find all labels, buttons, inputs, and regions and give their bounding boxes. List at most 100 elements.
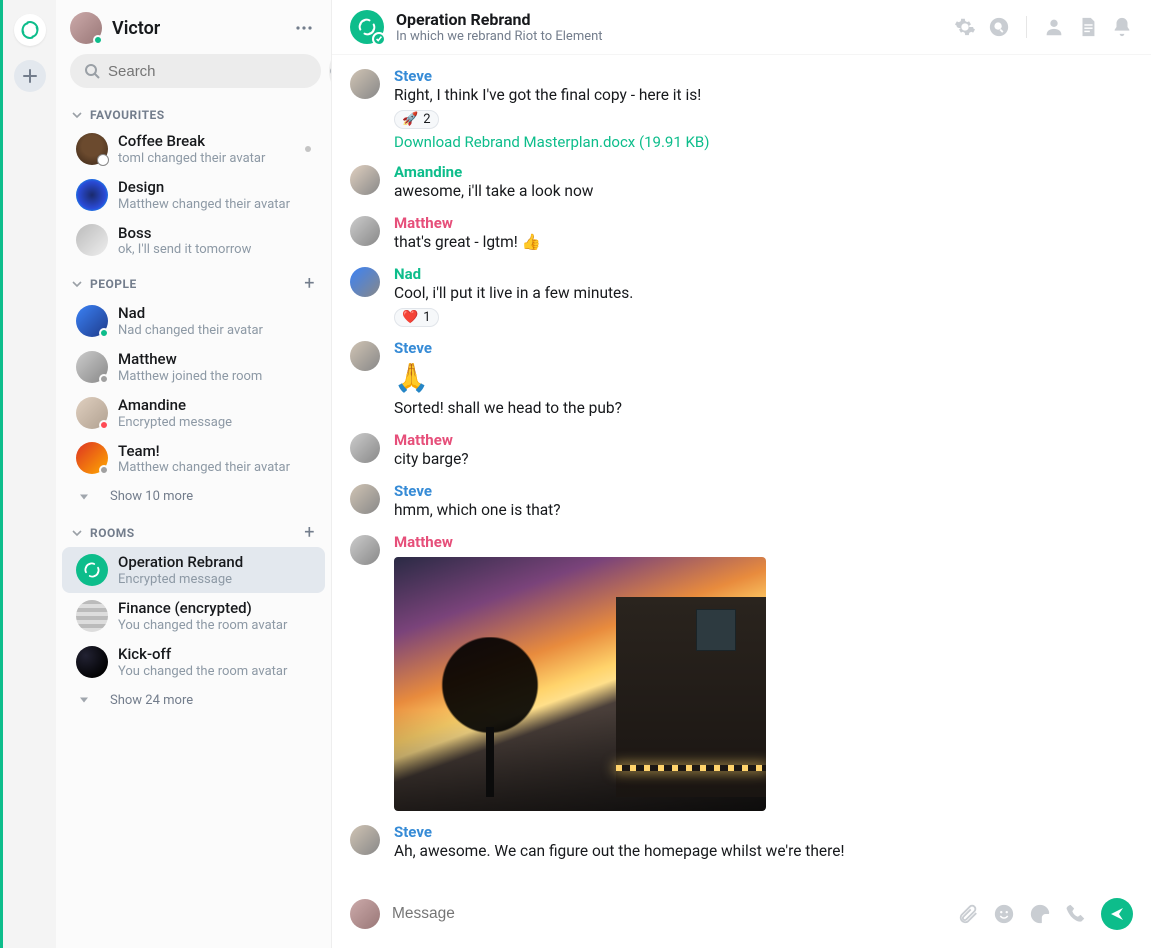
user-avatar[interactable] xyxy=(70,12,102,44)
room-item[interactable]: Finance (encrypted)You changed the room … xyxy=(62,593,325,639)
message-composer xyxy=(332,888,1151,948)
room-item-avatar xyxy=(76,351,108,383)
message-avatar[interactable] xyxy=(350,267,380,297)
message-image[interactable] xyxy=(394,557,766,811)
message-sender[interactable]: Matthew xyxy=(394,214,1133,232)
message: SteveAh, awesome. We can figure out the … xyxy=(350,817,1133,868)
room-item[interactable]: Coffee Breaktoml changed their avatar xyxy=(62,126,325,172)
members-button[interactable] xyxy=(1043,16,1065,38)
notifications-button[interactable] xyxy=(1111,16,1133,38)
message-text: Sorted! shall we head to the pub? xyxy=(394,398,1133,419)
room-item-subtitle: Encrypted message xyxy=(118,415,311,430)
section-favourites-label: FAVOURITES xyxy=(90,108,165,122)
user-name: Victor xyxy=(112,18,281,39)
message-sender[interactable]: Matthew xyxy=(394,431,1133,449)
room-item[interactable]: DesignMatthew changed their avatar xyxy=(62,172,325,218)
section-rooms-label: ROOMS xyxy=(90,526,135,540)
search-icon xyxy=(988,16,1010,38)
room-item-title: Kick-off xyxy=(118,645,311,664)
attach-button[interactable] xyxy=(957,903,979,925)
message-text: that's great - lgtm! 👍 xyxy=(394,232,1133,253)
room-item-title: Finance (encrypted) xyxy=(118,599,311,618)
section-people-header[interactable]: PEOPLE + xyxy=(56,263,331,298)
gear-icon xyxy=(954,16,976,38)
reaction-pill[interactable]: ❤️1 xyxy=(394,308,439,327)
message-avatar[interactable] xyxy=(350,433,380,463)
message-avatar[interactable] xyxy=(350,484,380,514)
presence-indicator xyxy=(99,420,109,430)
presence-indicator xyxy=(97,154,109,166)
message-avatar[interactable] xyxy=(350,535,380,565)
room-item-avatar xyxy=(76,397,108,429)
message: Matthewcity barge? xyxy=(350,425,1133,476)
message-sender[interactable]: Steve xyxy=(394,339,1133,357)
emoji-button[interactable] xyxy=(993,903,1015,925)
user-header: Victor xyxy=(56,0,331,54)
reaction-emoji: 🚀 xyxy=(402,112,418,127)
room-item-title: Coffee Break xyxy=(118,132,295,151)
section-favourites-header[interactable]: FAVOURITES xyxy=(56,98,331,126)
create-space-button[interactable] xyxy=(14,60,46,92)
room-item-title: Matthew xyxy=(118,350,311,369)
room-item-title: Nad xyxy=(118,304,311,323)
message: Matthew xyxy=(350,527,1133,817)
person-icon xyxy=(1043,16,1065,38)
message-sender[interactable]: Steve xyxy=(394,482,1133,500)
room-item-title: Operation Rebrand xyxy=(118,553,311,572)
message: SteveRight, I think I've got the final c… xyxy=(350,61,1133,157)
sticker-button[interactable] xyxy=(1029,903,1051,925)
room-item-avatar xyxy=(76,600,108,632)
message-timeline[interactable]: SteveRight, I think I've got the final c… xyxy=(332,55,1151,888)
room-list-panel: Victor FAVOURITES Coffee Breaktoml chang… xyxy=(56,0,332,948)
show-more-rooms[interactable]: Show 24 more xyxy=(56,685,331,716)
send-icon xyxy=(1109,906,1125,922)
room-item[interactable]: MatthewMatthew joined the room xyxy=(62,344,325,390)
presence-indicator xyxy=(99,374,109,384)
room-item[interactable]: NadNad changed their avatar xyxy=(62,298,325,344)
files-button[interactable] xyxy=(1077,16,1099,38)
search-input[interactable] xyxy=(108,63,307,80)
message-sender[interactable]: Steve xyxy=(394,823,1133,841)
show-more-people[interactable]: Show 10 more xyxy=(56,481,331,512)
room-item[interactable]: Operation RebrandEncrypted message xyxy=(62,547,325,593)
message-avatar[interactable] xyxy=(350,69,380,99)
room-avatar[interactable] xyxy=(350,10,384,44)
chevron-down-icon xyxy=(72,528,82,538)
room-item-subtitle: Matthew changed their avatar xyxy=(118,197,311,212)
section-people-label: PEOPLE xyxy=(90,277,137,291)
room-header: Operation Rebrand In which we rebrand Ri… xyxy=(332,0,1151,55)
message-sender[interactable]: Nad xyxy=(394,265,1133,283)
add-room-button[interactable]: + xyxy=(304,522,315,543)
section-rooms-header[interactable]: ROOMS + xyxy=(56,512,331,547)
room-item[interactable]: Kick-offYou changed the room avatar xyxy=(62,639,325,685)
message-sender[interactable]: Matthew xyxy=(394,533,1133,551)
home-space-button[interactable] xyxy=(14,14,46,46)
chevron-down-icon xyxy=(72,279,82,289)
room-item[interactable]: AmandineEncrypted message xyxy=(62,390,325,436)
message-avatar[interactable] xyxy=(350,825,380,855)
reaction-count: 2 xyxy=(423,112,430,127)
add-person-button[interactable]: + xyxy=(304,273,315,294)
unread-indicator xyxy=(305,146,311,152)
reaction-pill[interactable]: 🚀2 xyxy=(394,110,439,129)
message-avatar[interactable] xyxy=(350,341,380,371)
message-avatar[interactable] xyxy=(350,216,380,246)
room-item[interactable]: Bossok, I'll send it tomorrow xyxy=(62,218,325,264)
presence-indicator xyxy=(99,328,109,338)
reaction-emoji: ❤️ xyxy=(402,310,418,325)
file-download-link[interactable]: Download Rebrand Masterplan.docx (19.91 … xyxy=(394,133,1133,151)
message-sender[interactable]: Amandine xyxy=(394,163,1133,181)
message-avatar[interactable] xyxy=(350,165,380,195)
room-item[interactable]: Team!Matthew changed their avatar xyxy=(62,436,325,482)
send-button[interactable] xyxy=(1101,898,1133,930)
room-item-title: Amandine xyxy=(118,396,311,415)
message-sender[interactable]: Steve xyxy=(394,67,1133,85)
voice-call-button[interactable] xyxy=(1065,903,1087,925)
search-room-button[interactable] xyxy=(988,16,1010,38)
search-box[interactable] xyxy=(70,54,321,88)
presence-indicator xyxy=(93,35,103,45)
user-menu-button[interactable] xyxy=(291,15,317,41)
composer-input[interactable] xyxy=(392,905,945,923)
room-item-avatar xyxy=(76,133,108,165)
settings-button[interactable] xyxy=(954,16,976,38)
